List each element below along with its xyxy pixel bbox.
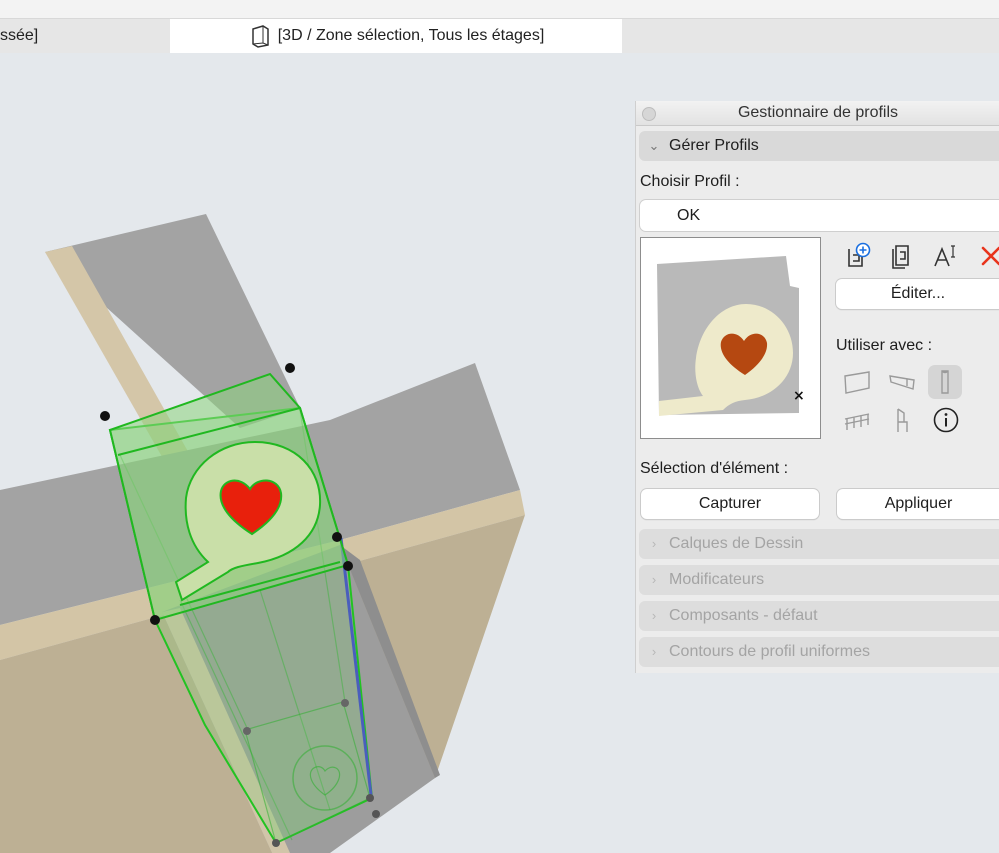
use-with-label: Utiliser avec :	[836, 337, 933, 354]
rename-profile-button[interactable]	[929, 239, 963, 273]
object-icon	[897, 408, 908, 432]
selection-handle[interactable]	[100, 411, 110, 421]
section-default-components-label: Composants - défaut	[669, 607, 818, 624]
top-strip	[0, 0, 999, 19]
selection-handle[interactable]	[285, 363, 295, 373]
chevron-right-icon: ›	[651, 644, 657, 659]
delete-profile-icon	[981, 246, 999, 266]
use-with-beam-toggle[interactable]	[885, 365, 919, 399]
use-with-object-toggle[interactable]	[885, 403, 919, 437]
3d-window-icon	[251, 25, 269, 48]
use-with-railing-toggle[interactable]	[840, 403, 874, 437]
apply-button[interactable]: Appliquer	[837, 489, 999, 519]
use-with-column-toggle[interactable]	[928, 365, 962, 399]
edit-profile-button[interactable]: Éditer...	[836, 279, 999, 309]
profile-select[interactable]: OK	[640, 200, 999, 231]
beam-icon	[889, 375, 915, 390]
selection-handle[interactable]	[150, 615, 160, 625]
choose-profile-label: Choisir Profil :	[640, 173, 740, 190]
section-drawing-layers[interactable]: › Calques de Dessin	[639, 529, 999, 559]
rename-profile-icon	[934, 245, 955, 267]
wall-icon	[844, 371, 870, 394]
profile-manager-palette: Gestionnaire de profils ⌄ Gérer Profils C…	[635, 101, 999, 673]
selection-handle[interactable]	[243, 727, 251, 735]
delete-profile-button[interactable]	[973, 239, 999, 273]
chevron-down-icon: ⌄	[648, 138, 660, 153]
section-drawing-layers-label: Calques de Dessin	[669, 535, 804, 552]
profile-select-value: OK	[677, 207, 701, 224]
capture-button[interactable]: Capturer	[641, 489, 819, 519]
selection-handle[interactable]	[366, 794, 374, 802]
chevron-right-icon: ›	[651, 608, 657, 623]
info-icon	[933, 407, 959, 433]
chevron-right-icon: ›	[651, 536, 657, 551]
section-uniform-contours[interactable]: › Contours de profil uniformes	[639, 637, 999, 667]
railing-icon	[844, 413, 870, 430]
duplicate-profile-button[interactable]	[885, 239, 919, 273]
section-uniform-contours-label: Contours de profil uniformes	[669, 643, 870, 660]
column-icon	[941, 370, 949, 394]
selection-handle[interactable]	[332, 532, 342, 542]
selection-handle[interactable]	[372, 810, 380, 818]
tab-3d-view-label: [3D / Zone sélection, Tous les étages]	[277, 27, 545, 44]
selection-handle[interactable]	[343, 561, 353, 571]
section-modifiers[interactable]: › Modificateurs	[639, 565, 999, 595]
profile-preview: ×	[640, 237, 821, 439]
new-profile-button[interactable]	[841, 239, 875, 273]
chevron-right-icon: ›	[651, 572, 657, 587]
profile-info-button[interactable]	[929, 403, 963, 437]
preview-origin-marker: ×	[793, 388, 805, 404]
tab-3d-view[interactable]: [3D / Zone sélection, Tous les étages]	[170, 19, 622, 53]
section-manage-profiles[interactable]: ⌄ Gérer Profils	[639, 131, 999, 161]
close-icon[interactable]	[642, 107, 656, 121]
element-selection-label: Sélection d'élément :	[640, 460, 789, 477]
section-modifiers-label: Modificateurs	[669, 571, 765, 588]
tab-bar: ssée] [3D / Zone sélection, Tous les éta…	[0, 19, 999, 53]
palette-title-bar[interactable]: Gestionnaire de profils	[636, 101, 999, 126]
palette-title: Gestionnaire de profils	[737, 104, 899, 121]
selection-handle[interactable]	[272, 839, 280, 847]
selection-handle[interactable]	[341, 699, 349, 707]
use-with-wall-toggle[interactable]	[840, 365, 874, 399]
tab-floor-plan[interactable]: ssée]	[0, 19, 38, 53]
new-profile-icon	[848, 242, 871, 267]
duplicate-profile-icon	[892, 245, 909, 269]
section-default-components[interactable]: › Composants - défaut	[639, 601, 999, 631]
section-manage-profiles-label: Gérer Profils	[669, 137, 759, 154]
